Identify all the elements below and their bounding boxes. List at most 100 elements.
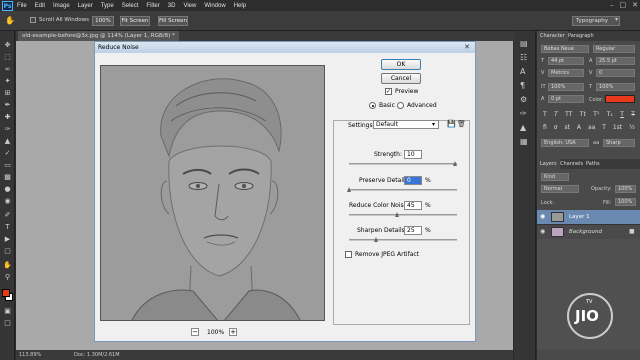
foreground-color-swatch[interactable] <box>2 289 10 297</box>
layer-row[interactable]: ◉ Layer 1 <box>537 210 640 224</box>
discretionary-icon[interactable]: σ <box>554 124 558 131</box>
menu-layer[interactable]: Layer <box>78 3 93 9</box>
delete-settings-icon[interactable]: 🗑 <box>457 120 466 128</box>
menu-3d[interactable]: 3D <box>168 3 176 9</box>
clone-source-icon[interactable]: ▲ <box>520 123 526 132</box>
zoom-tool-icon[interactable]: ⚲ <box>3 273 12 281</box>
properties-panel-icon[interactable]: ☷ <box>520 53 527 62</box>
superscript-icon[interactable]: T¹ <box>593 111 599 118</box>
tab-character[interactable]: Character <box>537 31 568 41</box>
color-noise-field[interactable]: 45 <box>404 201 422 210</box>
sharpen-details-field[interactable]: 25 <box>404 226 422 235</box>
titling-icon[interactable]: aa <box>588 124 595 131</box>
layer-name[interactable]: Layer 1 <box>569 214 590 220</box>
maximize-icon[interactable]: □ <box>620 1 627 9</box>
move-tool-icon[interactable]: ✥ <box>3 41 12 49</box>
ok-button[interactable]: OK <box>381 59 421 70</box>
strikethrough-icon[interactable]: T <box>631 111 635 118</box>
opacity-field[interactable]: 100% <box>615 185 636 193</box>
subscript-icon[interactable]: T₁ <box>607 111 613 118</box>
clone-stamp-tool-icon[interactable]: ▲ <box>3 137 12 145</box>
quick-select-tool-icon[interactable]: ✦ <box>3 77 12 85</box>
vertical-scale-field[interactable]: 100% <box>548 83 584 91</box>
menu-filter[interactable]: Filter <box>146 3 159 9</box>
document-tab[interactable]: old-example-before@3x.jpg @ 114% (Layer … <box>18 31 179 41</box>
fit-screen-button[interactable]: Fit Screen <box>120 16 150 26</box>
advanced-radio[interactable] <box>397 102 404 109</box>
horizontal-scale-field[interactable]: 100% <box>596 83 635 91</box>
close-icon[interactable]: ✕ <box>632 1 638 9</box>
zoom-in-button[interactable]: + <box>229 328 237 336</box>
swash-icon[interactable]: st <box>564 124 569 131</box>
language-select[interactable]: English: USA <box>541 139 589 147</box>
path-select-tool-icon[interactable]: ▶ <box>3 235 12 243</box>
filter-preview[interactable] <box>100 65 325 321</box>
strength-slider[interactable] <box>349 161 457 166</box>
menu-image[interactable]: Image <box>53 3 70 9</box>
ligatures-icon[interactable]: fi <box>543 124 547 131</box>
tab-channels[interactable]: Channels <box>557 159 586 169</box>
menu-help[interactable]: Help <box>234 3 246 9</box>
eyedropper-tool-icon[interactable]: ✒ <box>3 101 12 109</box>
visibility-eye-icon[interactable]: ◉ <box>540 213 545 220</box>
half-icon[interactable]: ½ <box>629 124 635 131</box>
marquee-tool-icon[interactable]: ⬚ <box>3 53 12 61</box>
faux-italic-icon[interactable]: T <box>554 111 558 118</box>
remove-jpeg-artifact-checkbox[interactable] <box>345 251 352 258</box>
menu-file[interactable]: File <box>17 3 27 9</box>
menu-edit[interactable]: Edit <box>35 3 45 9</box>
settings-chevron-icon[interactable]: ▾ <box>432 121 435 128</box>
eraser-tool-icon[interactable]: ▭ <box>3 161 12 169</box>
text-color-swatch[interactable] <box>605 95 635 103</box>
lasso-tool-icon[interactable]: ∞ <box>3 65 12 73</box>
healing-tool-icon[interactable]: ✚ <box>3 113 12 121</box>
close-icon[interactable]: ✕ <box>462 43 472 52</box>
tab-paths[interactable]: Paths <box>583 159 603 169</box>
save-settings-icon[interactable]: 💾 <box>447 120 456 128</box>
cancel-button[interactable]: Cancel <box>381 73 421 84</box>
workspace-chevron-icon[interactable]: ▾ <box>615 16 618 23</box>
layer-row[interactable]: ◉ Background ■ <box>537 224 640 238</box>
fill-screen-button[interactable]: Fill Screen <box>158 16 188 26</box>
all-caps-icon[interactable]: TT <box>565 111 572 118</box>
basic-radio[interactable] <box>369 102 376 109</box>
menu-select[interactable]: Select <box>122 3 139 9</box>
color-noise-slider[interactable] <box>349 212 457 217</box>
small-caps-icon[interactable]: Tt <box>580 111 586 118</box>
font-size-field[interactable]: 44 pt <box>548 57 584 65</box>
quick-mask-icon[interactable]: ▣ <box>3 307 12 315</box>
paragraph-panel-icon[interactable]: ¶ <box>520 81 525 90</box>
font-family-select[interactable]: Bebas Neue <box>541 45 589 53</box>
visibility-eye-icon[interactable]: ◉ <box>540 228 545 235</box>
hand-tool-icon[interactable]: ✋ <box>5 16 15 25</box>
brush-panel-icon[interactable]: ✑ <box>520 109 527 118</box>
preserve-details-slider[interactable] <box>347 187 457 192</box>
sharpen-details-slider[interactable] <box>349 237 457 242</box>
shape-tool-icon[interactable]: ▢ <box>3 247 12 255</box>
menu-view[interactable]: View <box>183 3 196 9</box>
layer-filter-select[interactable]: Kind <box>541 173 569 181</box>
dodge-tool-icon[interactable]: ◉ <box>3 197 12 205</box>
underline-icon[interactable]: T <box>620 111 624 118</box>
fill-field[interactable]: 100% <box>615 198 636 206</box>
baseline-field[interactable]: 0 pt <box>548 95 584 103</box>
menu-window[interactable]: Window <box>204 3 225 9</box>
faux-bold-icon[interactable]: T <box>543 111 547 118</box>
ordinals-icon[interactable]: T <box>602 124 606 131</box>
stylistic-icon[interactable]: A <box>577 124 581 131</box>
fractions-icon[interactable]: 1st <box>613 124 622 131</box>
tool-presets-icon[interactable]: ⚙ <box>520 95 527 104</box>
brush-tool-icon[interactable]: ✑ <box>3 125 12 133</box>
strength-field[interactable]: 10 <box>404 150 422 159</box>
gradient-tool-icon[interactable]: ▩ <box>3 173 12 181</box>
menu-type[interactable]: Type <box>101 3 114 9</box>
kerning-field[interactable]: Metrics <box>548 69 584 77</box>
character-panel-icon[interactable]: A <box>520 67 525 76</box>
history-panel-icon[interactable]: ▤ <box>520 39 528 48</box>
zoom-out-button[interactable]: − <box>191 328 199 336</box>
antialias-select[interactable]: Sharp <box>603 139 635 147</box>
pen-tool-icon[interactable]: ✐ <box>3 211 12 219</box>
hand-tool-icon[interactable]: ✋ <box>3 261 12 269</box>
settings-select[interactable]: Default <box>373 120 439 129</box>
leading-field[interactable]: 25.5 pt <box>596 57 635 65</box>
